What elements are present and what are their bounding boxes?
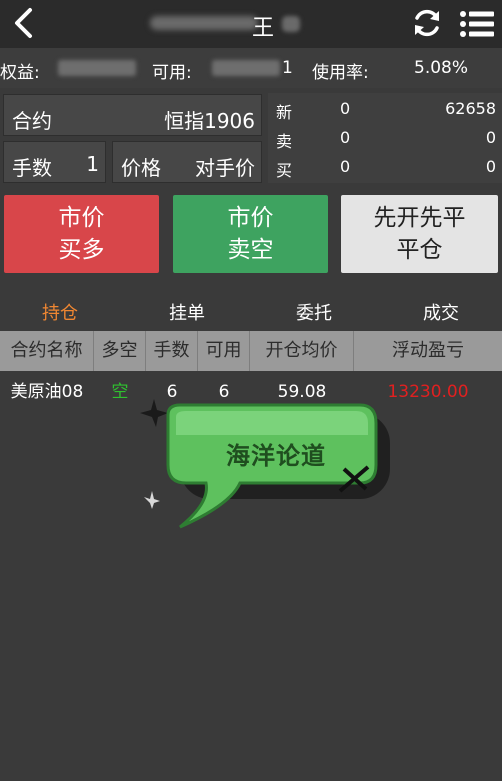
close-line1: 先开先平 (373, 205, 466, 231)
col-avg-price: 开仓均价 (250, 331, 354, 371)
watermark-text: 海洋论道 (226, 442, 326, 470)
row-side: 空 (111, 382, 129, 402)
redacted-title-part (150, 16, 258, 30)
contract-label: 合约 (12, 109, 52, 133)
market-buy-line1: 市价 (58, 205, 105, 231)
market-buy-button[interactable]: 市价 买多 (4, 195, 159, 273)
top-bar: 王 (0, 0, 502, 48)
col-side: 多空 (94, 331, 146, 371)
position-tabs: 持仓 挂单 委托 成交 (0, 289, 502, 331)
quote-ask-value: 0 (485, 128, 496, 147)
refresh-icon[interactable] (410, 6, 444, 40)
contract-selector[interactable]: 合约 恒指1906 (3, 94, 262, 136)
col-available: 可用 (198, 331, 250, 371)
contract-value: 恒指1906 (164, 109, 255, 133)
usage-label: 使用率: (312, 63, 369, 83)
quote-ask-label: 卖 (276, 132, 293, 151)
back-arrow-icon[interactable] (8, 6, 40, 40)
tab-orders[interactable]: 委托 (279, 299, 349, 325)
redacted-equity (58, 60, 136, 76)
quote-latest-mid: 0 (340, 99, 351, 118)
quote-latest-label: 新 (276, 103, 293, 122)
price-value: 对手价 (195, 156, 255, 180)
quote-panel: 新 0 62658 卖 0 0 买 0 0 (268, 93, 502, 183)
market-sell-line2: 卖空 (227, 237, 274, 263)
row-contract-name: 美原油08 (10, 382, 84, 402)
lots-label: 手数 (12, 156, 52, 180)
market-sell-button[interactable]: 市价 卖空 (173, 195, 328, 273)
available-tail: 1 (282, 58, 293, 78)
account-summary: 权益: 可用: 1 使用率: 5.08% (0, 48, 502, 88)
close-position-button[interactable]: 先开先平 平仓 (341, 195, 498, 273)
quote-ask-mid: 0 (340, 128, 351, 147)
list-menu-icon[interactable] (458, 8, 496, 40)
positions-table-header: 合约名称 多空 手数 可用 开仓均价 浮动盈亏 (0, 331, 502, 371)
col-contract-name: 合约名称 (0, 331, 94, 371)
price-label: 价格 (121, 156, 161, 180)
quote-bid-label: 买 (276, 161, 293, 180)
market-buy-line2: 买多 (58, 237, 105, 263)
quote-bid-value: 0 (485, 157, 496, 176)
tab-positions[interactable]: 持仓 (25, 299, 95, 325)
market-sell-line1: 市价 (227, 205, 274, 231)
redacted-available (212, 60, 280, 76)
title-name: 王 (252, 16, 275, 41)
tab-trades[interactable]: 成交 (406, 299, 476, 325)
col-floating-pnl: 浮动盈亏 (392, 340, 464, 361)
col-lots: 手数 (146, 331, 198, 371)
lots-value: 1 (86, 152, 99, 176)
page-title: 王 (130, 8, 370, 41)
usage-value: 5.08% (414, 58, 469, 78)
redacted-title-tail (282, 16, 300, 32)
lots-input[interactable]: 手数 1 (3, 141, 106, 183)
quote-bid-mid: 0 (340, 157, 351, 176)
available-label: 可用: (152, 63, 192, 83)
close-line2: 平仓 (396, 237, 443, 263)
price-selector[interactable]: 价格 对手价 (112, 141, 262, 183)
tab-pending-orders[interactable]: 挂单 (152, 299, 222, 325)
quote-latest-value: 62658 (445, 99, 496, 118)
equity-label: 权益: (0, 63, 40, 83)
